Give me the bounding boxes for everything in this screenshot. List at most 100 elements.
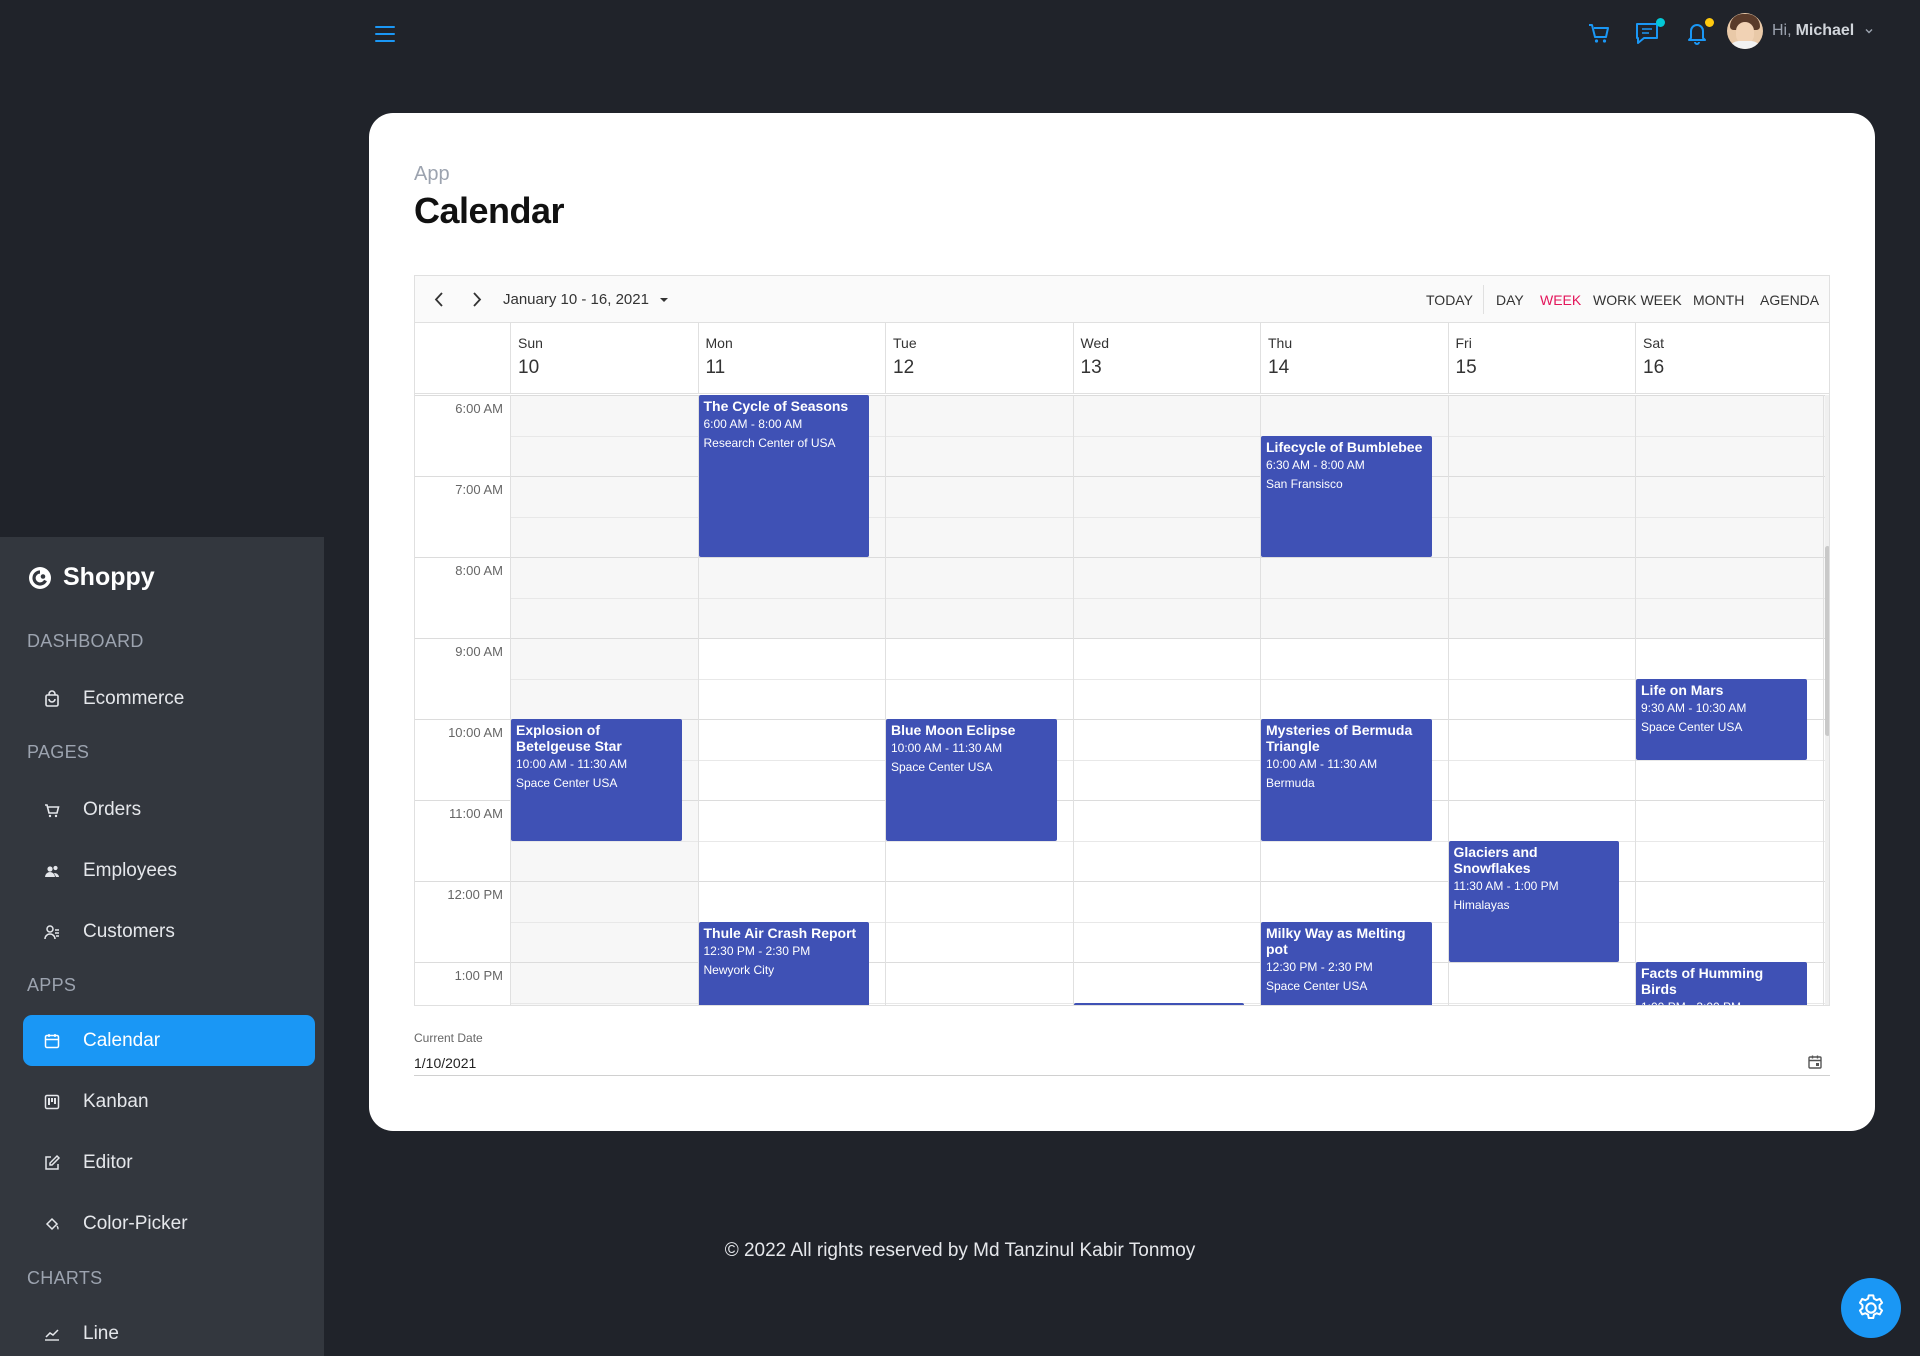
day-date: 14 xyxy=(1268,357,1290,378)
day-header-thu[interactable]: Thu 14 xyxy=(1260,323,1448,394)
time-slot[interactable] xyxy=(510,759,1825,801)
user-name: Michael xyxy=(1795,22,1855,39)
event-location: Space Center USA xyxy=(516,776,618,790)
event-title: Explosion of Betelgeuse Star xyxy=(516,722,622,754)
event-time: 6:00 AM - 8:00 AM xyxy=(703,417,803,431)
sidebar-item-label: Editor xyxy=(83,1151,133,1173)
event-title: Life on Mars xyxy=(1641,681,1724,698)
breadcrumb: App xyxy=(414,163,450,185)
sidebar-item-ecommerce[interactable]: Ecommerce xyxy=(23,673,315,724)
sidebar-item-editor[interactable]: Editor xyxy=(23,1137,315,1188)
notification-dot xyxy=(1705,18,1714,27)
sidebar-item-employees[interactable]: Employees xyxy=(23,845,315,896)
work-week-view-button[interactable]: WORK WEEK xyxy=(1593,276,1682,323)
cart-icon[interactable] xyxy=(1584,18,1614,48)
day-name: Thu xyxy=(1268,335,1293,351)
day-header-mon[interactable]: Mon 11 xyxy=(697,323,886,394)
time-divider xyxy=(415,557,510,558)
time-slot[interactable] xyxy=(510,597,1825,639)
next-week-icon[interactable] xyxy=(467,276,487,323)
time-label: 10:00 AM xyxy=(448,725,503,740)
calendar-event[interactable]: The Cycle of Seasons 6:00 AM - 8:00 AM Res… xyxy=(698,395,869,557)
person-icon xyxy=(44,924,59,939)
sidebar: Shoppy DASHBOARD Ecommerce PAGES Orders … xyxy=(0,537,324,1356)
sidebar-item-label: Customers xyxy=(83,920,175,942)
event-title: Thule Air Crash Report xyxy=(703,924,857,941)
event-title: Blue Moon Eclipse xyxy=(891,722,1016,738)
time-grid: 6:00 AM 7:00 AM 8:00 AM 9:00 AM 10:00 AM 11:0… xyxy=(415,395,1825,1005)
sidebar-item-line[interactable]: Line xyxy=(23,1308,315,1356)
current-date-input[interactable] xyxy=(414,1050,1830,1076)
day-date: 12 xyxy=(893,357,915,378)
event-location: Space Center USA xyxy=(1266,978,1368,993)
current-date-label: Current Date xyxy=(414,1031,483,1045)
day-date: 13 xyxy=(1080,357,1102,378)
sidebar-item-customers[interactable]: Customers xyxy=(23,906,315,957)
time-divider xyxy=(415,638,510,639)
time-slot[interactable] xyxy=(510,800,1825,841)
day-name: Sun xyxy=(518,335,543,351)
event-title: The Cycle of Seasons xyxy=(703,398,849,414)
sidebar-item-label: Color-Picker xyxy=(83,1212,188,1234)
calendar-event[interactable]: Blue Moon Eclipse 10:00 AM - 11:30 AM Spac… xyxy=(886,719,1057,841)
calendar-event[interactable] xyxy=(1073,1002,1244,1005)
time-slot[interactable] xyxy=(510,678,1825,720)
chevron-down-icon xyxy=(1865,29,1873,34)
date-picker-icon[interactable] xyxy=(1806,1053,1824,1071)
calendar-event[interactable]: Facts of Humming Birds 1:00 PM - 3:00 PM xyxy=(1636,962,1807,1005)
sidebar-item-label: Calendar xyxy=(83,1029,161,1051)
calendar-event[interactable]: Glaciers and Snowflakes 11:30 AM - 1:00 P… xyxy=(1448,840,1619,962)
day-header-tue[interactable]: Tue 12 xyxy=(885,323,1073,394)
week-view-button[interactable]: WEEK xyxy=(1540,276,1581,323)
time-slot[interactable] xyxy=(510,638,1825,679)
calendar-event[interactable]: Milky Way as Melting pot 12:30 PM - 2:30 … xyxy=(1261,921,1432,1005)
time-divider xyxy=(415,719,510,720)
day-column-divider xyxy=(885,395,886,1005)
time-divider xyxy=(415,395,510,396)
time-divider xyxy=(415,881,510,882)
previous-week-icon[interactable] xyxy=(429,276,449,323)
calendar-icon xyxy=(44,1033,60,1048)
agenda-view-button[interactable]: AGENDA xyxy=(1760,276,1819,323)
calendar-toolbar: January 10 - 16, 2021 TODAY DAY WEEK WOR… xyxy=(415,276,1829,323)
date-range-label: January 10 - 16, 2021 xyxy=(503,291,649,308)
event-location: San Fransisco xyxy=(1266,476,1343,491)
user-profile-button[interactable]: Hi, Michael xyxy=(1727,13,1875,49)
time-slot[interactable] xyxy=(510,557,1825,598)
time-slot[interactable] xyxy=(510,719,1825,760)
day-header-wed[interactable]: Wed 13 xyxy=(1072,323,1261,394)
app-logo[interactable]: Shoppy xyxy=(27,563,155,592)
sidebar-item-kanban[interactable]: Kanban xyxy=(23,1076,315,1127)
cart-icon xyxy=(45,803,60,817)
day-header-sun[interactable]: Sun 10 xyxy=(510,323,698,394)
day-header-fri[interactable]: Fri 15 xyxy=(1447,323,1636,394)
page-title: Calendar xyxy=(414,190,565,231)
day-header-sat[interactable]: Sat 16 xyxy=(1635,323,1823,394)
calendar-event[interactable]: Explosion of Betelgeuse Star 10:00 AM - 1… xyxy=(511,719,682,841)
sidebar-item-orders[interactable]: Orders xyxy=(23,784,315,835)
date-range-selector[interactable]: January 10 - 16, 2021 xyxy=(503,276,669,323)
event-location: Newyork City xyxy=(703,962,775,977)
time-label: 9:00 AM xyxy=(455,644,503,659)
month-view-button[interactable]: MONTH xyxy=(1693,276,1744,323)
today-button[interactable]: TODAY xyxy=(1426,276,1473,323)
day-view-button[interactable]: DAY xyxy=(1496,276,1524,323)
calendar-event[interactable]: Lifecycle of Bumblebee 6:30 AM - 8:00 AM S… xyxy=(1261,435,1432,557)
time-label: 6:00 AM xyxy=(455,401,503,416)
menu-icon[interactable] xyxy=(373,22,397,46)
calendar-event[interactable]: Life on Mars 9:30 AM - 10:30 AM Space Cent… xyxy=(1636,678,1807,760)
section-charts: CHARTS xyxy=(27,1268,103,1288)
event-location: Space Center USA xyxy=(1641,719,1743,734)
day-name: Fri xyxy=(1455,335,1472,351)
event-title: Glaciers and Snowflakes xyxy=(1453,843,1538,876)
calendar-event[interactable]: Thule Air Crash Report 12:30 PM - 2:30 PM… xyxy=(698,921,869,1005)
calendar-event[interactable]: Mysteries of Bermuda Triangle 10:00 AM - … xyxy=(1261,719,1432,841)
settings-button[interactable] xyxy=(1841,1278,1901,1338)
time-slot[interactable] xyxy=(510,881,1825,922)
shopping-bag-icon xyxy=(45,689,59,707)
day-name: Tue xyxy=(893,335,917,351)
chat-notification-dot xyxy=(1656,18,1665,27)
sidebar-item-calendar[interactable]: Calendar xyxy=(23,1015,315,1066)
scrollbar-thumb[interactable] xyxy=(1825,546,1829,736)
time-slot[interactable] xyxy=(510,840,1825,882)
